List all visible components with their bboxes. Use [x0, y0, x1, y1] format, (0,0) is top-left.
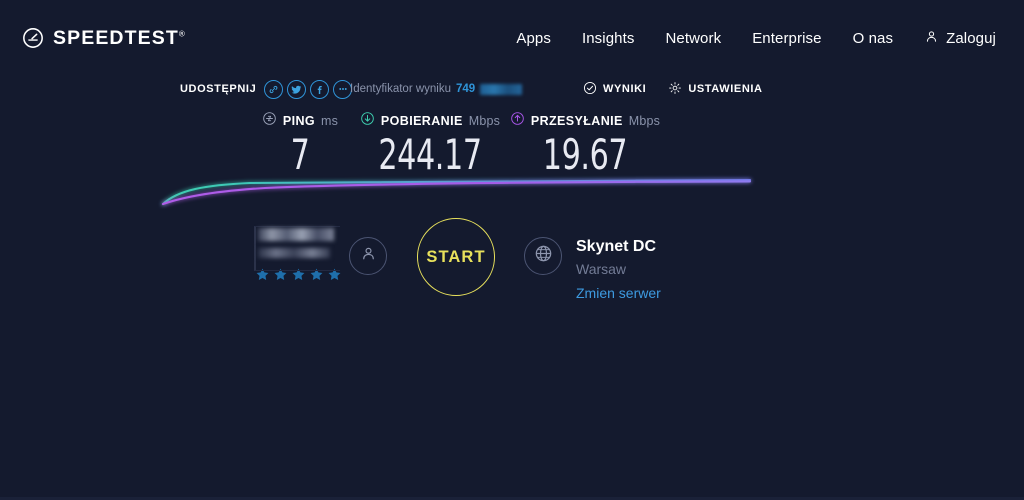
main-navigation: Apps Insights Network Enterprise O nas Z… — [516, 29, 996, 48]
share-label: UDOSTĘPNIJ — [180, 83, 257, 95]
upload-arrow-icon — [510, 111, 525, 131]
nav-item-o-nas[interactable]: O nas — [853, 30, 894, 47]
isp-person-icon-button[interactable] — [349, 237, 387, 275]
nav-item-enterprise[interactable]: Enterprise — [752, 30, 821, 47]
logo-wordmark: SPEEDTEST — [53, 26, 179, 49]
login-label: Zaloguj — [946, 29, 996, 47]
logo-trademark: ® — [178, 29, 185, 38]
change-server-link[interactable]: Zmien serwer — [576, 283, 661, 303]
metric-upload-unit: Mbps — [628, 114, 661, 128]
metric-ping-name: PING — [282, 114, 316, 128]
nav-item-insights[interactable]: Insights — [582, 30, 635, 47]
share-icon-group — [264, 79, 353, 99]
login-button[interactable]: Zaloguj — [924, 29, 996, 48]
check-circle-icon — [583, 81, 597, 98]
server-info: Skynet DC Warsaw Zmien serwer — [576, 237, 661, 303]
isp-sub-redacted — [258, 248, 330, 258]
isp-name-area — [252, 226, 340, 271]
start-button-label: START — [426, 247, 486, 266]
server-city: Warsaw — [576, 261, 627, 277]
logo-text: SPEEDTEST® — [53, 27, 185, 50]
result-id-value[interactable]: 749 — [456, 83, 475, 95]
results-button[interactable]: WYNIKI — [583, 81, 646, 98]
settings-button[interactable]: USTAWIENIA — [668, 81, 762, 98]
ping-icon — [262, 111, 277, 131]
person-icon — [359, 244, 378, 268]
person-icon — [924, 29, 939, 48]
nav-item-apps[interactable]: Apps — [516, 30, 551, 47]
metric-download: POBIERANIE Mbps 244.17 — [345, 112, 515, 178]
metric-upload-value: 19.67 — [542, 130, 628, 179]
globe-icon — [533, 243, 554, 269]
share-actions: WYNIKI USTAWIENIA — [583, 81, 763, 98]
metric-upload: PRZESYŁANIE Mbps 19.67 — [495, 112, 675, 178]
share-group: UDOSTĘPNIJ — [180, 79, 353, 99]
facebook-icon[interactable] — [310, 79, 330, 99]
metric-download-value: 244.17 — [378, 130, 482, 179]
nav-item-network[interactable]: Network — [665, 30, 721, 47]
upload-curve — [161, 180, 752, 206]
bottom-row: START Skynet DC Warsaw Zmien serwer — [0, 218, 1024, 308]
metric-ping-value: 7 — [290, 130, 310, 179]
link-icon[interactable] — [264, 79, 284, 99]
isp-name-redacted — [258, 228, 334, 241]
server-globe-button[interactable] — [524, 237, 562, 275]
results-label: WYNIKI — [603, 83, 647, 95]
gear-icon — [668, 81, 682, 98]
download-arrow-icon — [360, 111, 375, 131]
metric-ping-unit: ms — [321, 114, 339, 128]
result-id-redacted-block — [480, 83, 523, 95]
result-id-label: Identyfikator wyniku — [350, 83, 451, 95]
speedtest-gauge-icon — [22, 27, 44, 49]
metric-upload-header: PRZESYŁANIE Mbps — [495, 112, 675, 130]
start-button[interactable]: START — [417, 218, 495, 296]
metric-upload-name: PRZESYŁANIE — [530, 114, 623, 128]
site-header: SPEEDTEST® Apps Insights Network Enterpr… — [0, 0, 1024, 76]
settings-label: USTAWIENIA — [688, 83, 763, 95]
share-bar: UDOSTĘPNIJ Identyfikator wyniku 749 WYNI… — [0, 76, 1024, 102]
twitter-icon[interactable] — [287, 79, 307, 99]
metric-download-name: POBIERANIE — [380, 114, 463, 128]
speedtest-logo[interactable]: SPEEDTEST® — [22, 27, 185, 50]
download-curve — [161, 178, 752, 206]
result-id: Identyfikator wyniku 749 — [350, 83, 523, 95]
server-block: Skynet DC Warsaw Zmien serwer — [524, 237, 661, 303]
server-name: Skynet DC — [576, 238, 657, 255]
metric-download-header: POBIERANIE Mbps — [345, 112, 515, 130]
